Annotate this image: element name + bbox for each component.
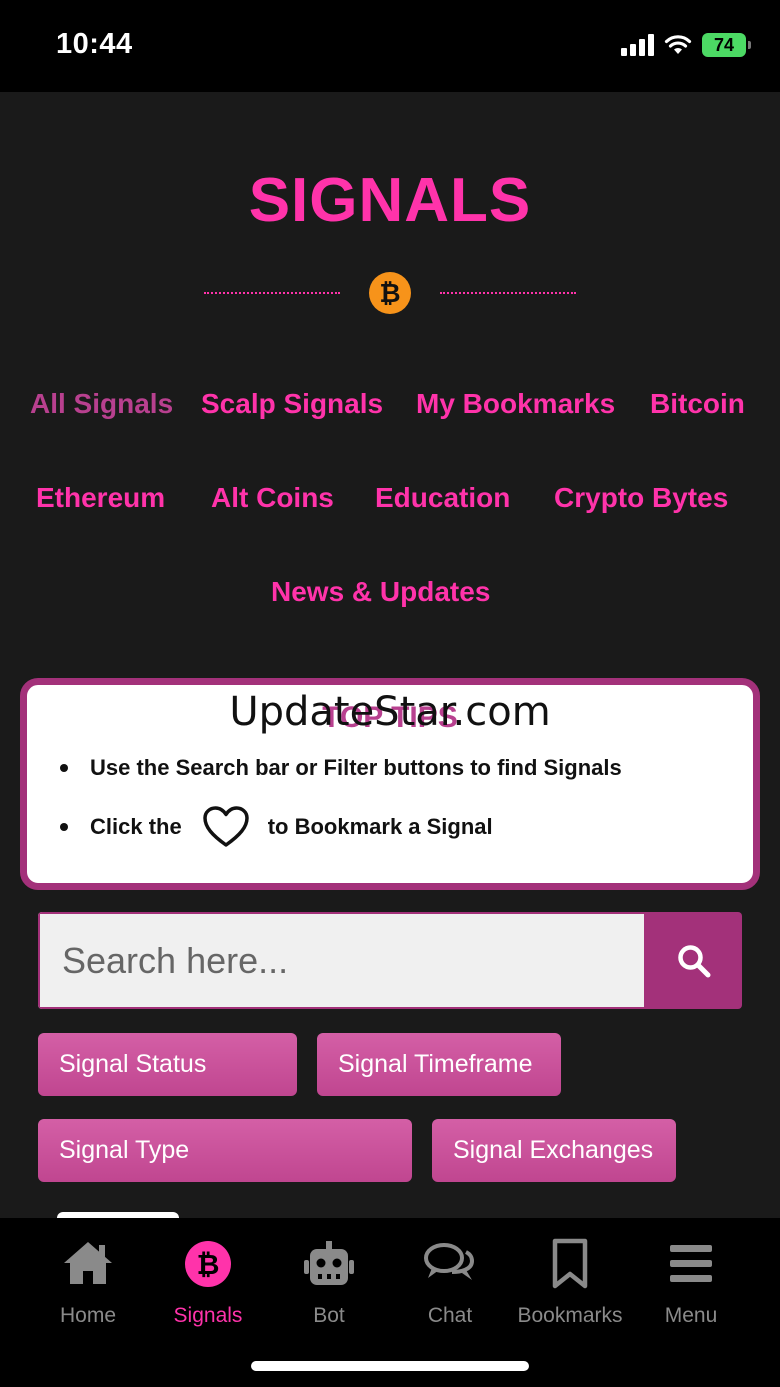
category-education[interactable]: Education (375, 482, 510, 514)
status-indicators: 74 (621, 33, 751, 57)
home-indicator[interactable] (251, 1361, 529, 1371)
nav-bookmarks[interactable]: Bookmarks (510, 1218, 630, 1358)
status-time: 10:44 (56, 28, 133, 60)
chat-icon (424, 1243, 475, 1280)
tip-search-text: Use the Search bar or Filter buttons to … (90, 755, 622, 780)
search-button[interactable] (646, 912, 742, 1009)
nav-menu[interactable]: Menu (631, 1218, 751, 1358)
top-tips-card: TOP TIPS UpdateStar.com Use the Search b… (20, 678, 760, 890)
nav-bot-label: Bot (313, 1304, 345, 1327)
wifi-icon (664, 35, 692, 54)
bitcoin-icon: ₿ (369, 272, 411, 314)
tip-bookmark-text-after: to Bookmark a Signal (267, 814, 493, 839)
robot-icon (304, 1241, 354, 1285)
tip-search: Use the Search bar or Filter buttons to … (60, 755, 622, 781)
page-title: SIGNALS (248, 166, 532, 235)
filter-signal-type-label: Signal Type (59, 1136, 190, 1164)
battery-level: 74 (713, 34, 735, 55)
category-ethereum[interactable]: Ethereum (36, 482, 165, 514)
nav-signals-label: Signals (173, 1304, 243, 1327)
title-divider-right (440, 292, 576, 294)
menu-icon (670, 1245, 712, 1282)
nav-bookmarks-label: Bookmarks (517, 1304, 623, 1327)
filter-signal-timeframe-label: Signal Timeframe (338, 1050, 533, 1078)
nav-menu-label: Menu (664, 1304, 718, 1327)
battery-icon: 74 (702, 33, 751, 57)
title-divider-left (204, 292, 340, 294)
search-icon (678, 944, 711, 977)
home-icon (64, 1242, 112, 1284)
category-my-bookmarks[interactable]: My Bookmarks (416, 388, 615, 420)
nav-home-label: Home (59, 1304, 117, 1327)
bookmark-icon (552, 1238, 588, 1289)
nav-signals[interactable]: ₿ Signals (148, 1218, 268, 1358)
bullet-icon (60, 823, 68, 831)
cellular-signal-icon (621, 34, 654, 56)
category-all-signals[interactable]: All Signals (30, 388, 173, 420)
category-bitcoin[interactable]: Bitcoin (650, 388, 745, 420)
category-alt-coins[interactable]: Alt Coins (211, 482, 334, 514)
nav-chat[interactable]: Chat (390, 1218, 510, 1358)
filter-signal-status-button[interactable]: Signal Status (38, 1033, 297, 1096)
bitcoin-glyph: ₿ (379, 277, 401, 308)
tip-bookmark: Click the to Bookmark a Signal (60, 805, 493, 849)
filter-signal-exchanges-button[interactable]: Signal Exchanges (432, 1119, 676, 1182)
bitcoin-icon: ₿ (185, 1241, 231, 1287)
nav-home[interactable]: Home (28, 1218, 148, 1358)
category-news-updates[interactable]: News & Updates (271, 576, 490, 608)
search-input[interactable] (38, 912, 646, 1009)
filter-signal-timeframe-button[interactable]: Signal Timeframe (317, 1033, 561, 1096)
filter-signal-type-button[interactable]: Signal Type (38, 1119, 412, 1182)
status-bar: 10:44 74 (0, 0, 780, 92)
nav-chat-label: Chat (427, 1304, 473, 1327)
nav-bot[interactable]: Bot (269, 1218, 389, 1358)
bullet-icon (60, 764, 68, 772)
category-scalp-signals[interactable]: Scalp Signals (201, 388, 383, 420)
search-bar (38, 912, 742, 1009)
heart-icon (202, 806, 249, 847)
watermark: UpdateStar.com (229, 689, 551, 735)
filter-signal-status-label: Signal Status (59, 1050, 207, 1078)
tip-bookmark-text-before: Click the (90, 814, 182, 839)
filter-signal-exchanges-label: Signal Exchanges (453, 1136, 654, 1164)
svg-text:₿: ₿ (197, 1248, 220, 1281)
category-crypto-bytes[interactable]: Crypto Bytes (554, 482, 728, 514)
